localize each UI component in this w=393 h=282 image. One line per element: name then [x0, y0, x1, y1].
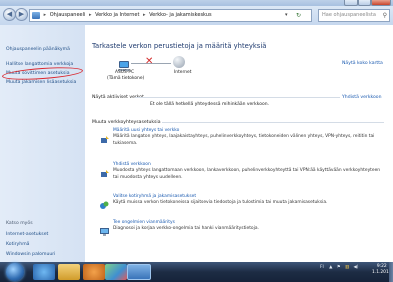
volume-icon[interactable]: ◀): [353, 265, 358, 270]
file-explorer-taskbar-icon[interactable]: [58, 264, 80, 280]
address-row: ◀ ▶ ▸ Ohjauspaneeli ▸ Verkko ja Internet…: [0, 6, 393, 25]
internet-explorer-taskbar-icon[interactable]: [33, 264, 55, 280]
tray-arrow-icon[interactable]: ▲: [329, 265, 332, 270]
forward-button[interactable]: ▶: [15, 8, 28, 21]
connect-to-network-link[interactable]: Yhdistä verkkoon: [342, 95, 382, 100]
breadcrumb-network-internet[interactable]: Verkko ja Internet: [95, 10, 139, 21]
sidebar: Ohjauspaneelin päänäkymä Hallitse langat…: [0, 25, 85, 262]
computer-icon: [118, 56, 130, 71]
breadcrumb-separator: ▸: [143, 12, 146, 18]
language-indicator[interactable]: FI: [320, 265, 324, 270]
task-setup-connection-desc: Määritä langaton yhteys, laajakaistayhte…: [113, 134, 375, 146]
setup-connection-icon: [101, 129, 109, 143]
see-also-homegroup[interactable]: Kotiryhmä: [6, 242, 29, 247]
control-panel-icon: [32, 12, 40, 19]
action-center-flag-icon[interactable]: ⚑: [337, 265, 341, 270]
see-also-internet-options[interactable]: Internet-asetukset: [6, 232, 48, 237]
task-connect-network-desc: Muodosta yhteys langattomaan verkkoon, l…: [113, 168, 381, 180]
breadcrumb-control-panel[interactable]: Ohjauspaneeli: [50, 10, 86, 21]
not-connected-text: Et ole tällä hetkellä yhteydessä mihinkä…: [150, 102, 269, 107]
start-button[interactable]: [6, 263, 24, 281]
internet-label: Internet: [174, 70, 192, 75]
computer-label: ASUS-PC: [115, 70, 135, 75]
internet-globe-icon: [173, 56, 185, 68]
system-tray: FI ▲ ⚑ ▥ ◀): [320, 265, 358, 270]
paint-taskbar-icon[interactable]: [105, 264, 127, 280]
task-troubleshoot: Tee ongelmien vianmääritys Diagnosoi ja …: [113, 220, 383, 233]
task-setup-connection: Määritä uusi yhteys tai verkko Määritä l…: [113, 128, 383, 147]
see-also-windows-firewall[interactable]: Windowsin palomuuri: [6, 252, 55, 257]
search-placeholder: Hae ohjauspaneelista: [322, 12, 376, 18]
breadcrumb-network-sharing-center[interactable]: Verkko- ja jakamiskeskus: [149, 10, 211, 21]
troubleshoot-icon: [100, 221, 109, 236]
computer-sublabel: (Tämä tietokone): [107, 76, 145, 81]
connect-network-icon: [101, 163, 109, 177]
media-player-taskbar-icon[interactable]: [83, 264, 105, 280]
divider-active-networks: [135, 97, 340, 98]
sidebar-item-advanced-sharing[interactable]: Muuta jakamisen lisäasetuksia: [6, 80, 76, 85]
task-homegroup-sharing: Valitse kotiryhmä ja jakamisasetukset Kä…: [113, 194, 383, 207]
disconnected-x-icon: ✕: [145, 56, 154, 67]
search-icon[interactable]: ⚲: [383, 10, 387, 21]
page-title: Tarkastele verkon perustietoja ja määrit…: [92, 42, 267, 50]
sidebar-item-control-panel-home[interactable]: Ohjauspaneelin päänäkymä: [6, 47, 70, 52]
change-settings-label: Muuta verkkoyhteysasetuksia: [92, 120, 161, 125]
control-panel-window: ◀ ▶ ▸ Ohjauspaneeli ▸ Verkko ja Internet…: [0, 0, 393, 262]
task-homegroup-sharing-desc: Käytä muissa verkon tietokoneissa sijait…: [113, 200, 328, 206]
see-also-heading: Katso myös: [6, 221, 33, 226]
search-input[interactable]: Hae ohjauspaneelista ⚲: [318, 9, 390, 22]
divider-change-settings: [162, 122, 384, 123]
homegroup-icon: [100, 195, 109, 209]
main-pane: Tarkastele verkon perustietoja ja määrit…: [85, 25, 393, 262]
network-icon[interactable]: ▥: [345, 265, 349, 270]
task-connect-network: Yhdistä verkkoon Muodosta yhteys langatt…: [113, 162, 383, 181]
address-bar[interactable]: ▸ Ohjauspaneeli ▸ Verkko ja Internet ▸ V…: [29, 9, 312, 22]
sidebar-item-manage-wireless[interactable]: Hallitse langattomia verkkoja: [6, 62, 73, 67]
breadcrumb-separator: ▸: [88, 12, 92, 18]
address-dropdown-icon[interactable]: ▾: [285, 10, 288, 21]
control-panel-taskbar-icon[interactable]: [127, 264, 151, 280]
full-map-link[interactable]: Näytä koko kartta: [342, 61, 383, 66]
refresh-icon[interactable]: ↻: [296, 10, 301, 21]
show-desktop-button[interactable]: [389, 262, 393, 282]
breadcrumb-separator: ▸: [43, 12, 47, 18]
task-troubleshoot-desc: Diagnosoi ja korjaa verkko-ongelmia tai …: [113, 226, 259, 232]
